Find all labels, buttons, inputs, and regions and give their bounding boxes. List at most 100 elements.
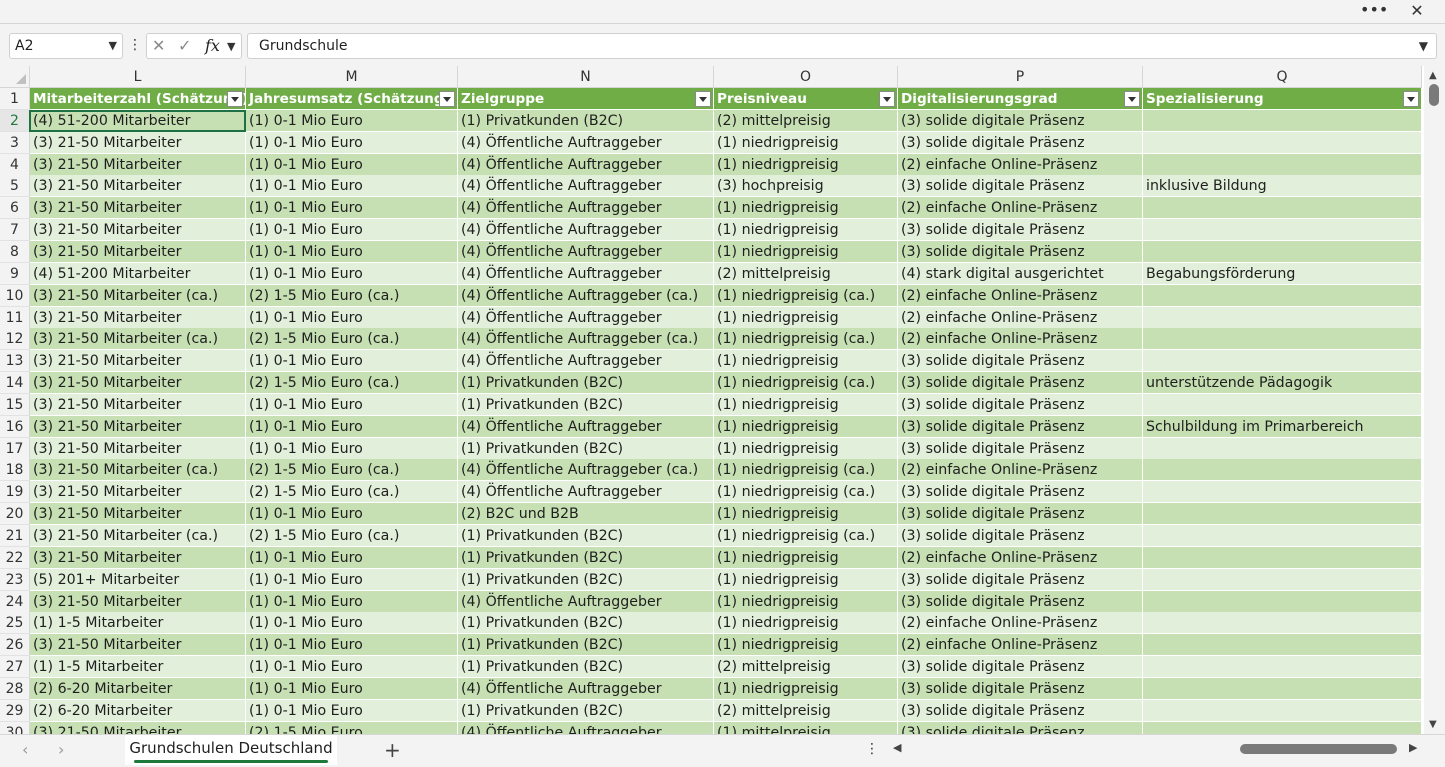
vertical-dots-icon[interactable]: ⋮ [865,741,879,757]
table-cell[interactable]: (1) niedrigpreisig [714,677,898,700]
row-header[interactable]: 5 [0,175,30,198]
table-cell[interactable]: (3) solide digitale Präsenz [898,219,1143,242]
table-cell[interactable]: (2) einfache Online-Präsenz [898,634,1143,657]
table-cell[interactable]: (2) 1-5 Mio Euro (ca.) [246,481,458,504]
table-cell[interactable]: (1) Privatkunden (B2C) [458,525,714,547]
table-cell[interactable]: (3) solide digitale Präsenz [898,699,1143,722]
row-header[interactable]: 21 [0,525,30,547]
table-cell[interactable]: (3) 21-50 Mitarbeiter [30,546,246,569]
table-cell[interactable]: (4) Öffentliche Auftraggeber [458,590,714,613]
table-cell[interactable]: (2) einfache Online-Präsenz [898,328,1143,351]
table-cell[interactable] [1143,197,1422,220]
table-cell[interactable]: (4) Öffentliche Auftraggeber [458,415,714,438]
column-header-l[interactable]: L [30,66,246,88]
row-header[interactable]: 14 [0,372,30,395]
table-cell[interactable]: (2) einfache Online-Präsenz [898,153,1143,176]
table-cell[interactable]: (1) Privatkunden (B2C) [458,372,714,395]
table-cell[interactable]: (1) niedrigpreisig [714,415,898,438]
table-cell[interactable]: (3) 21-50 Mitarbeiter [30,350,246,373]
row-header[interactable]: 24 [0,590,30,613]
table-cell[interactable] [1143,328,1422,351]
row-header[interactable]: 11 [0,306,30,329]
table-cell[interactable]: (3) solide digitale Präsenz [898,175,1143,198]
table-cell[interactable]: (1) niedrigpreisig [714,437,898,460]
table-cell[interactable]: (3) 21-50 Mitarbeiter [30,503,246,526]
table-cell[interactable] [1143,546,1422,569]
table-cell[interactable]: (1) niedrigpreisig [714,634,898,657]
table-cell[interactable] [1143,219,1422,242]
table-cell[interactable]: (1) niedrigpreisig (ca.) [714,481,898,504]
table-cell[interactable]: (1) 0-1 Mio Euro [246,350,458,373]
table-cell[interactable]: (3) 21-50 Mitarbeiter [30,175,246,198]
table-cell[interactable]: (3) solide digitale Präsenz [898,372,1143,395]
table-cell[interactable]: (4) Öffentliche Auftraggeber [458,197,714,220]
table-cell[interactable]: (1) 0-1 Mio Euro [246,415,458,438]
filter-dropdown-icon[interactable] [1124,91,1140,107]
row-header[interactable]: 10 [0,284,30,307]
chevron-down-icon[interactable]: ▼ [109,34,117,58]
column-header-m[interactable]: M [246,66,458,88]
column-header-o[interactable]: O [714,66,898,88]
table-cell[interactable]: (3) 21-50 Mitarbeiter [30,415,246,438]
table-cell[interactable]: (3) solide digitale Präsenz [898,568,1143,591]
table-cell[interactable] [1143,393,1422,416]
table-cell[interactable]: (3) 21-50 Mitarbeiter [30,306,246,329]
table-cell[interactable]: (2) 1-5 Mio Euro (ca.) [246,284,458,307]
table-cell[interactable]: (3) solide digitale Präsenz [898,393,1143,416]
vertical-scrollbar[interactable]: ▲ ▼ [1424,66,1445,734]
table-cell[interactable]: (1) niedrigpreisig (ca.) [714,525,898,547]
table-cell[interactable]: (2) mittelpreisig [714,262,898,285]
scroll-up-icon[interactable]: ▲ [1429,70,1437,81]
table-cell[interactable]: (1) 0-1 Mio Euro [246,393,458,416]
table-cell[interactable]: (1) Privatkunden (B2C) [458,546,714,569]
table-cell[interactable]: (3) solide digitale Präsenz [898,590,1143,613]
table-cell[interactable]: (3) 21-50 Mitarbeiter [30,721,246,734]
name-box[interactable]: A2 ▼ [9,33,123,59]
table-cell[interactable]: (1) 0-1 Mio Euro [246,612,458,635]
vertical-dots-icon[interactable]: ⋮ [128,36,142,56]
column-header-n[interactable]: N [458,66,714,88]
table-cell[interactable]: (1) 0-1 Mio Euro [246,634,458,657]
scroll-left-icon[interactable]: ◀ [893,741,901,754]
table-cell[interactable]: (1) Privatkunden (B2C) [458,656,714,679]
table-cell[interactable] [1143,656,1422,679]
header-cell[interactable]: Spezialisierung [1143,88,1422,110]
table-cell[interactable]: (4) Öffentliche Auftraggeber [458,131,714,154]
table-cell[interactable]: (3) solide digitale Präsenz [898,721,1143,734]
more-options-icon[interactable]: ••• [1360,2,1388,20]
table-cell[interactable] [1143,568,1422,591]
table-cell[interactable]: (4) Öffentliche Auftraggeber [458,175,714,198]
table-cell[interactable]: (3) 21-50 Mitarbeiter [30,153,246,176]
filter-dropdown-icon[interactable] [879,91,895,107]
table-cell[interactable]: (1) niedrigpreisig (ca.) [714,284,898,307]
table-cell[interactable]: (1) mittelpreisig [714,721,898,734]
table-cell[interactable]: (1) niedrigpreisig [714,197,898,220]
table-cell[interactable]: (2) mittelpreisig [714,656,898,679]
table-cell[interactable]: (1) niedrigpreisig [714,546,898,569]
table-cell[interactable]: (3) solide digitale Präsenz [898,415,1143,438]
row-header[interactable]: 6 [0,197,30,220]
table-cell[interactable]: (2) 1-5 Mio Euro [246,721,458,734]
table-cell[interactable]: (4) 51-200 Mitarbeiter [30,262,246,285]
table-cell[interactable]: (2) einfache Online-Präsenz [898,459,1143,482]
filter-dropdown-icon[interactable] [1403,91,1419,107]
header-cell[interactable]: Jahresumsatz (Schätzung) [246,88,458,110]
formula-input[interactable]: Grundschule ▼ [247,33,1437,59]
row-header[interactable]: 26 [0,634,30,657]
table-cell[interactable] [1143,677,1422,700]
row-header[interactable]: 9 [0,262,30,285]
table-cell[interactable]: (3) 21-50 Mitarbeiter [30,372,246,395]
table-cell[interactable]: (3) solide digitale Präsenz [898,503,1143,526]
table-cell[interactable]: (1) niedrigpreisig [714,612,898,635]
table-cell[interactable] [1143,350,1422,373]
spreadsheet-grid[interactable]: L M N O P Q 1 Mitarbeiterzahl (Schätzung) Jahres… [0,66,1445,734]
horizontal-scroll-thumb[interactable] [1240,744,1397,754]
table-cell[interactable]: inklusive Bildung [1143,175,1422,198]
table-cell[interactable] [1143,437,1422,460]
table-cell[interactable]: (2) einfache Online-Präsenz [898,197,1143,220]
table-cell[interactable]: (1) 0-1 Mio Euro [246,175,458,198]
table-cell[interactable]: (2) einfache Online-Präsenz [898,612,1143,635]
table-cell[interactable] [1143,721,1422,734]
table-cell[interactable] [1143,240,1422,263]
close-icon[interactable]: ✕ [1404,2,1430,22]
